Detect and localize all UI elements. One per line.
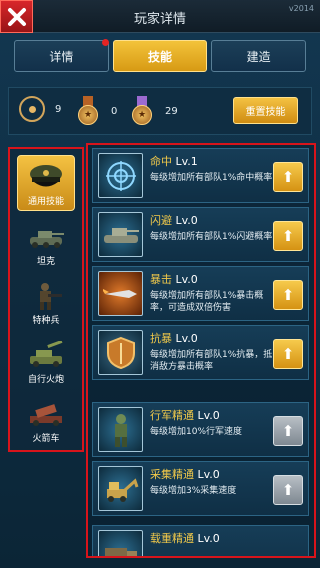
truck-icon [98,530,143,556]
notification-dot [102,39,109,46]
category-tank[interactable]: 坦克 [17,214,75,270]
skill-row-accuracy: 命中 Lv.1 每级增加所有部队1%命中概率 ⬆ [92,148,309,203]
silver-medal-points: ★ 29 [129,96,178,126]
skill-name: 采集精通 Lv.0 [150,468,220,481]
skill-description: 每级增加3%采集速度 [150,486,237,496]
skill-row-evasion: 闪避 Lv.0 每级增加所有部队1%闪避概率 ⬆ [92,207,309,262]
category-list: 通用技能 坦克 特种兵 自行火炮 火箭车 [8,147,84,452]
category-label: 自行火炮 [27,375,64,385]
soldier-icon [24,281,68,311]
skill-row-load-mastery: 载重精通 Lv.0 [92,525,309,556]
skill-list: 命中 Lv.1 每级增加所有部队1%命中概率 ⬆ 闪避 Lv.0 每级增加所有部… [86,143,316,558]
skill-row-anti-critical: 抗暴 Lv.0 每级增加所有部队1%抗暴，抵消敌方暴击概率 ⬆ [92,325,309,380]
skill-description: 每级增加10%行军速度 [150,427,243,437]
shield-icon [98,330,143,375]
tab-skills[interactable]: 技能 [112,40,208,72]
atom-points: 9 [19,96,61,122]
soldier-icon [98,407,143,452]
skill-description: 每级增加所有部队1%抗暴，抵消敌方暴击概率 [150,350,273,372]
upgrade-button[interactable]: ⬆ [273,280,303,310]
category-general[interactable]: 通用技能 [17,155,75,211]
skill-name: 闪避 Lv.0 [150,214,198,227]
skill-name: 载重精通 Lv.0 [150,532,220,545]
skill-name: 命中 Lv.1 [150,155,198,168]
missile-icon [98,271,143,316]
arrow-up-icon: ⬆ [281,286,295,304]
upgrade-button[interactable]: ⬆ [273,339,303,369]
arrow-up-icon: ⬆ [281,481,295,499]
upgrade-button[interactable]: ⬆ [273,221,303,251]
arrow-up-icon: ⬆ [281,422,295,440]
version-label: v2014 [288,4,314,13]
tab-details[interactable]: 详情 [14,40,109,72]
reset-skills-button[interactable]: 重置技能 [233,97,298,124]
category-rocket-launcher[interactable]: 火箭车 [17,391,75,447]
skill-points-bar: 9 ★ 0 ★ 29 重置技能 [8,87,312,135]
rocket-truck-icon [24,399,68,429]
page-title: 玩家详情 [133,12,186,27]
category-label: 特种兵 [32,316,60,326]
arrow-up-icon: ⬆ [281,168,295,186]
skill-description: 每级增加所有部队1%闪避概率 [150,232,273,242]
skill-description: 每级增加所有部队1%暴击概率，可造成双倍伤害 [150,291,264,313]
officer-cap-icon [24,162,68,192]
artillery-icon [24,340,68,370]
category-special-forces[interactable]: 特种兵 [17,273,75,329]
silver-count: 29 [165,105,178,117]
skill-name: 行军精通 Lv.0 [150,409,220,422]
skill-description: 每级增加所有部队1%命中概率 [150,173,273,183]
upgrade-button-disabled[interactable]: ⬆ [273,475,303,505]
category-self-propelled-artillery[interactable]: 自行火炮 [17,332,75,388]
atom-count: 9 [55,103,62,115]
upgrade-button-disabled[interactable]: ⬆ [273,416,303,446]
title-bar: 玩家详情 v2014 [0,0,320,33]
skill-name: 暴击 Lv.0 [150,273,198,286]
crosshair-icon [98,153,143,198]
tank-icon [98,212,143,257]
bronze-count: 0 [111,105,118,117]
category-label: 通用技能 [27,197,64,207]
skill-row-gather-mastery: 采集精通 Lv.0 每级增加3%采集速度 ⬆ [92,461,309,516]
arrow-up-icon: ⬆ [281,345,295,363]
category-label: 火箭车 [32,434,60,444]
category-label: 坦克 [36,257,55,267]
bronze-medal-icon: ★ [75,96,101,126]
tab-build[interactable]: 建造 [211,40,307,72]
skill-row-march-mastery: 行军精通 Lv.0 每级增加10%行军速度 ⬆ [92,402,309,457]
skill-row-critical: 暴击 Lv.0 每级增加所有部队1%暴击概率，可造成双倍伤害 ⬆ [92,266,309,321]
skill-name: 抗暴 Lv.0 [150,332,198,345]
excavator-icon [98,466,143,511]
tank-icon [24,222,68,252]
upgrade-button[interactable]: ⬆ [273,162,303,192]
tab-bar: 详情 技能 建造 [14,40,307,72]
arrow-up-icon: ⬆ [281,227,295,245]
atom-icon [19,96,45,122]
star-medal-icon: ★ [129,96,155,126]
bronze-medal-points: ★ 0 [75,96,117,126]
